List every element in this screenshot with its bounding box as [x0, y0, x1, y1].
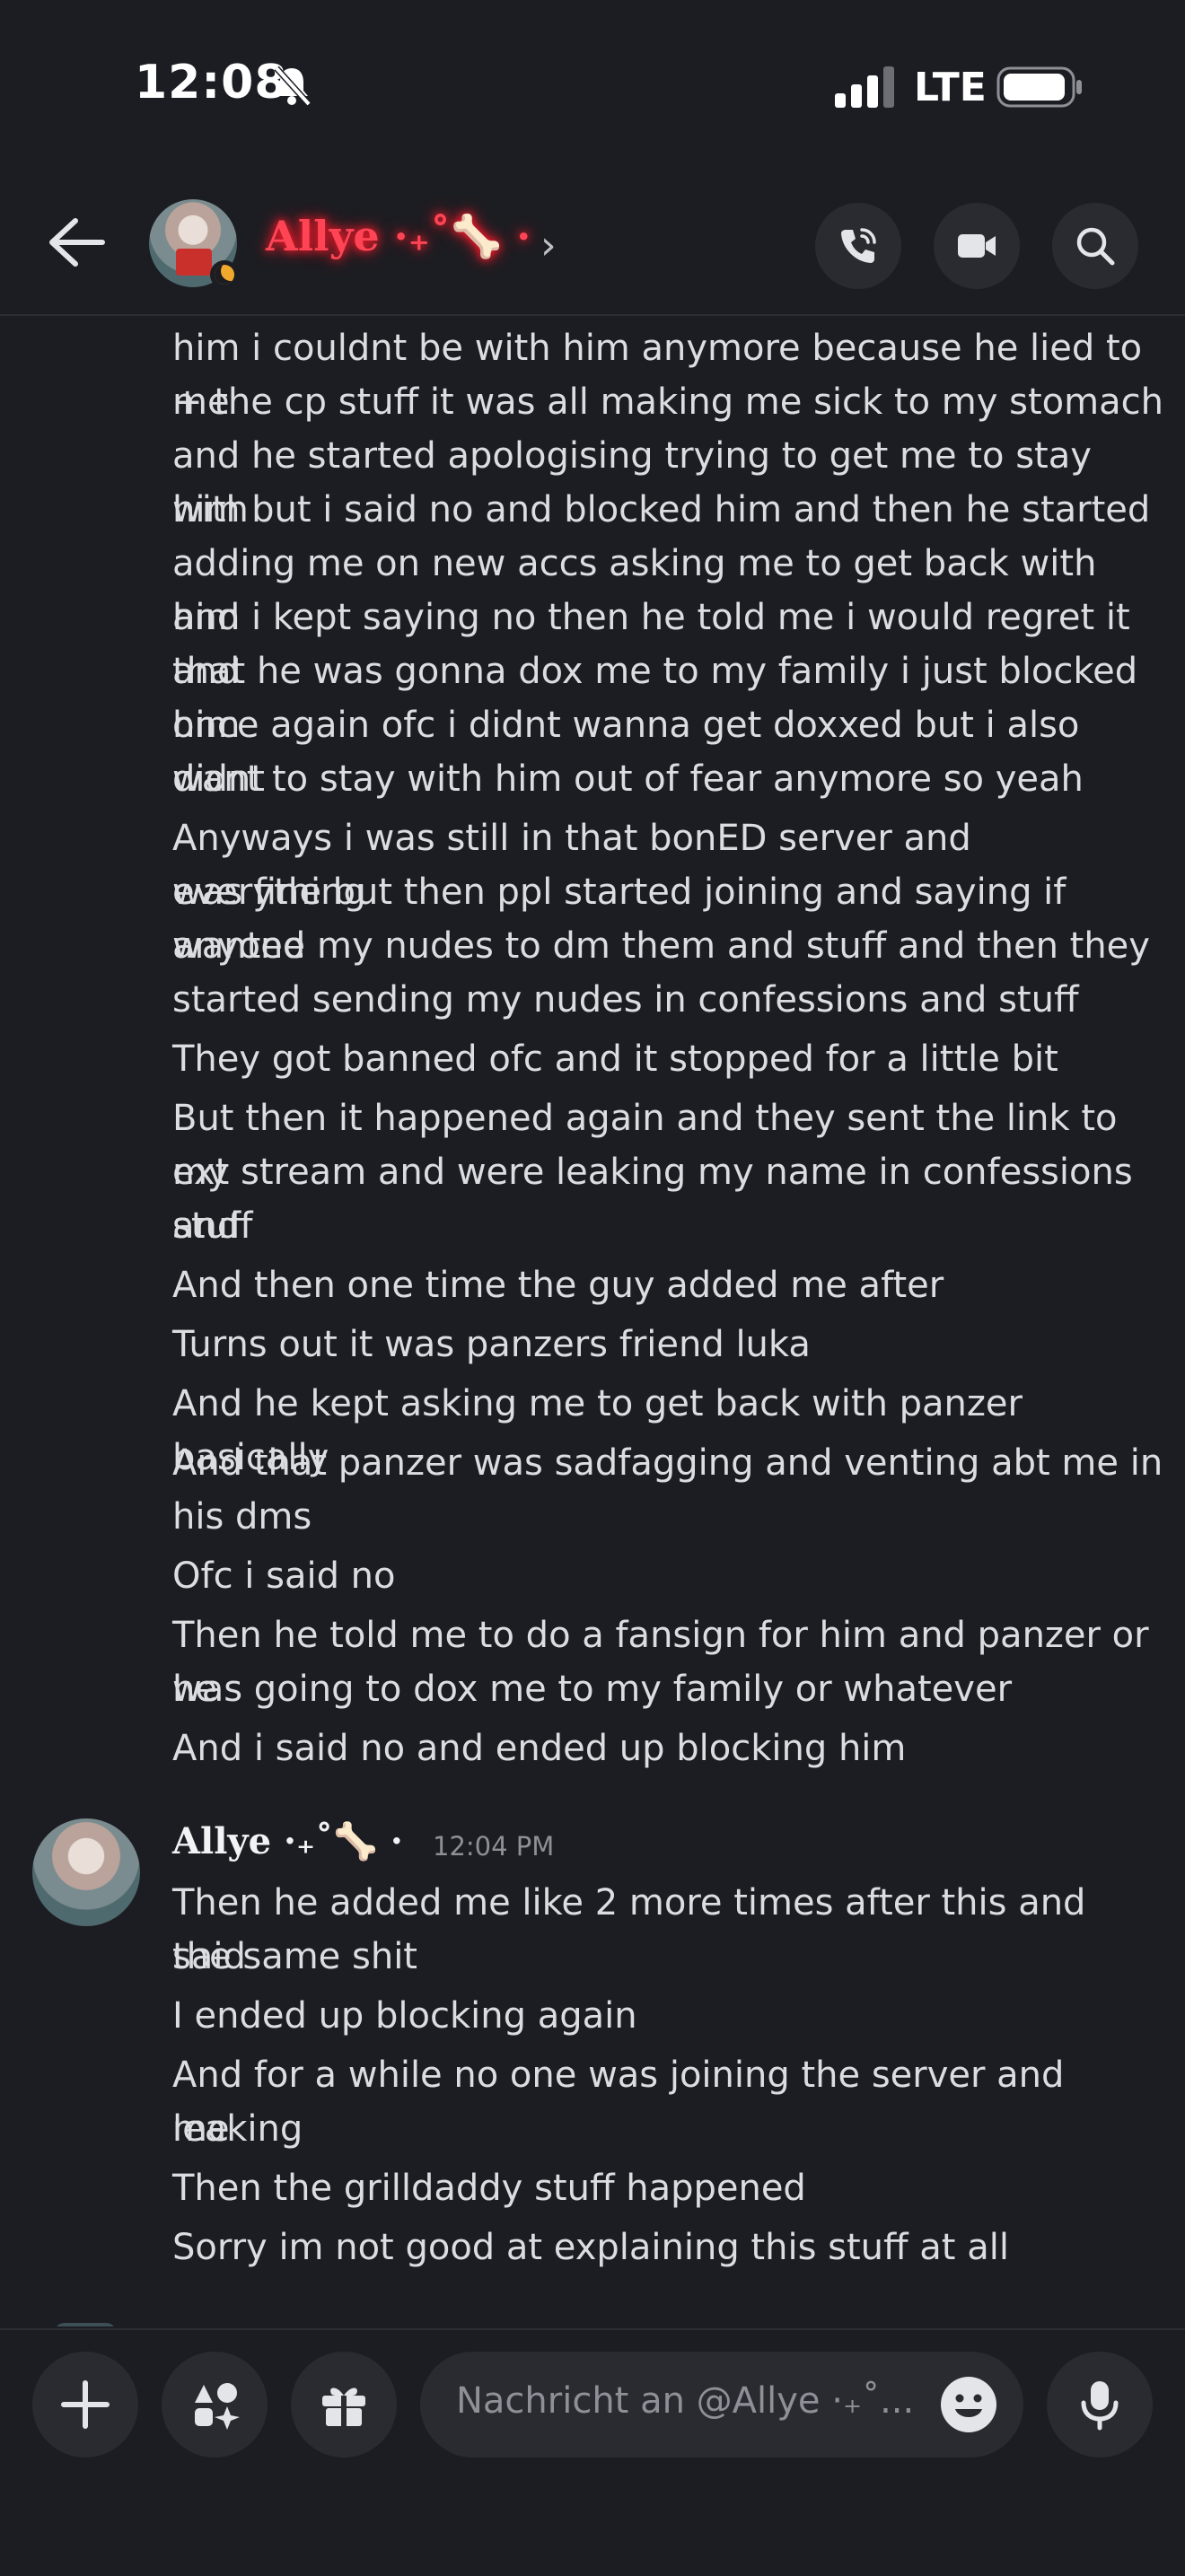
- emoji-icon[interactable]: [939, 2375, 998, 2434]
- message-line[interactable]: And that panzer was sadfagging and venti…: [172, 1436, 1169, 1490]
- next-message-avatar: [54, 2323, 117, 2326]
- status-bar: 12:08 LTE: [0, 0, 1185, 171]
- video-camera-icon: [958, 234, 996, 258]
- message-line[interactable]: And then one time the guy added me after: [172, 1258, 1169, 1312]
- message-timestamp: 12:04 PM: [433, 1831, 555, 1862]
- message-line[interactable]: him but i said no and blocked him and th…: [172, 483, 1169, 537]
- video-call-button[interactable]: [934, 203, 1020, 289]
- message-line[interactable]: Sorry im not good at explaining this stu…: [172, 2221, 1169, 2274]
- gift-icon: [322, 2388, 365, 2428]
- idle-status-icon: [210, 260, 239, 289]
- contact-name[interactable]: Allye ·₊˚🦴 ·: [266, 212, 531, 261]
- message-line[interactable]: I ended up blocking again: [172, 1989, 1169, 2043]
- voice-call-button[interactable]: [815, 203, 901, 289]
- voice-message-button[interactable]: [1047, 2352, 1153, 2458]
- message-composer: Nachricht an @Allye ·₊˚...: [0, 2328, 1185, 2576]
- message-line[interactable]: started sending my nudes in confessions …: [172, 973, 1169, 1027]
- message-line[interactable]: + the cp stuff it was all making me sick…: [172, 375, 1169, 429]
- message-line[interactable]: They got banned ofc and it stopped for a…: [172, 1032, 1169, 1086]
- message-line[interactable]: stuff: [172, 1199, 1169, 1253]
- author-avatar[interactable]: [32, 1818, 140, 1926]
- apps-button[interactable]: [162, 2352, 268, 2458]
- phone-icon: [841, 228, 876, 263]
- message-line[interactable]: Turns out it was panzers friend luka: [172, 1318, 1169, 1371]
- bell-muted-icon: [274, 66, 312, 107]
- gift-button[interactable]: [291, 2352, 397, 2458]
- network-type: LTE: [914, 65, 987, 110]
- back-arrow-icon[interactable]: [45, 215, 108, 269]
- message-line[interactable]: wanted my nudes to dm them and stuff and…: [172, 919, 1169, 973]
- message-list[interactable]: him i couldnt be with him anymore becaus…: [0, 316, 1185, 2326]
- message-line[interactable]: Ofc i said no: [172, 1549, 1169, 1603]
- author-name[interactable]: Allye ·₊˚🦴 ·: [172, 1820, 403, 1862]
- chevron-right-icon[interactable]: ›: [540, 223, 557, 268]
- chat-header: Allye ·₊˚🦴 · ›: [0, 171, 1185, 316]
- plus-icon: [61, 2380, 110, 2429]
- message-line[interactable]: Then the grilldaddy stuff happened: [172, 2161, 1169, 2215]
- status-time: 12:08: [135, 56, 288, 110]
- message-line[interactable]: me: [172, 2102, 1169, 2156]
- search-button[interactable]: [1052, 203, 1138, 289]
- message-input-placeholder: Nachricht an @Allye ·₊˚...: [456, 2380, 915, 2422]
- attach-button[interactable]: [32, 2352, 138, 2458]
- message-line[interactable]: was going to dox me to my family or what…: [172, 1662, 1169, 1716]
- microphone-icon: [1081, 2381, 1119, 2431]
- battery-icon: [996, 66, 1082, 108]
- message-line[interactable]: And i said no and ended up blocking him: [172, 1722, 1169, 1775]
- apps-icon: [195, 2383, 240, 2430]
- signal-icon: [835, 66, 894, 108]
- search-icon: [1076, 227, 1115, 266]
- message-line[interactable]: want to stay with him out of fear anymor…: [172, 752, 1169, 806]
- message-input[interactable]: Nachricht an @Allye ·₊˚...: [420, 2352, 1023, 2458]
- message-line[interactable]: the same shit: [172, 1930, 1169, 1984]
- message-line[interactable]: his dms: [172, 1490, 1169, 1544]
- contact-avatar[interactable]: [149, 199, 239, 289]
